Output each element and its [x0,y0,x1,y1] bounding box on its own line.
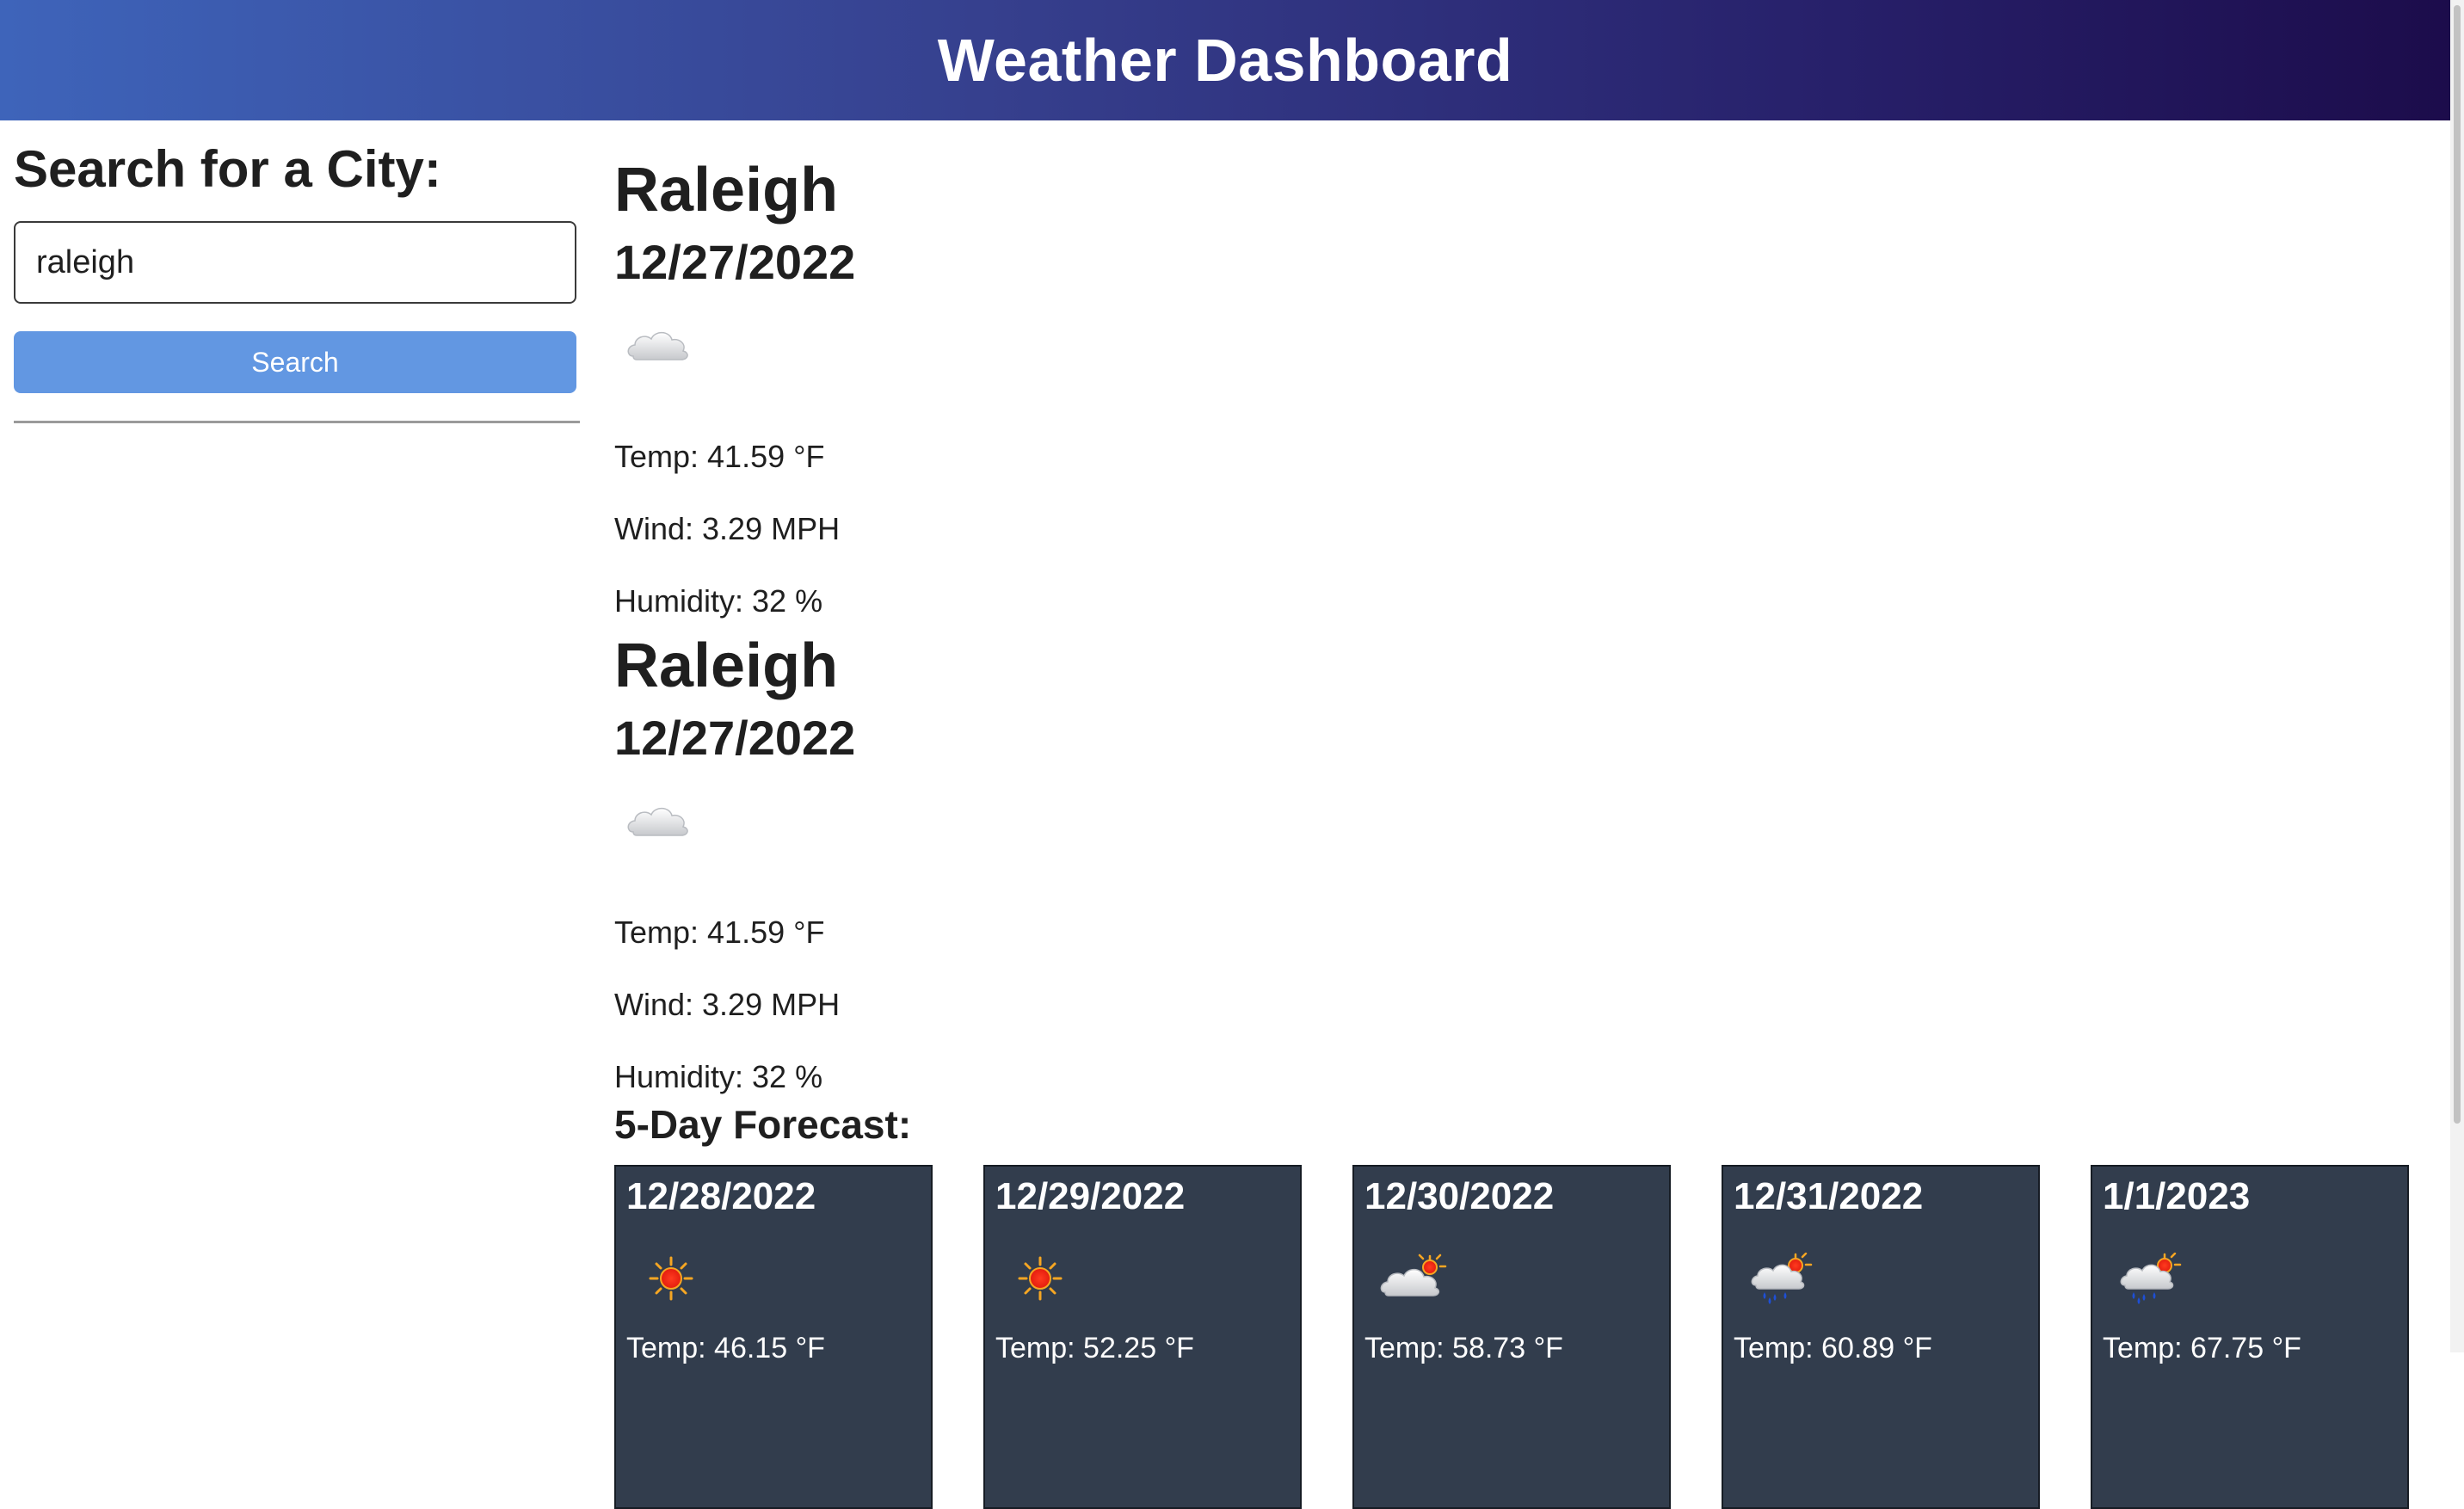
forecast-card: 12/28/2022 Temp: 46.15 °F [614,1165,933,1509]
current-weather: Raleigh 12/27/2022 Temp: 41.59 °F Wind: … [614,631,1647,1104]
app-header: Weather Dashboard [0,0,2450,120]
current-temp: Temp: 41.59 °F [614,439,825,474]
forecast-temp: Temp: 46.15 °F [626,1332,825,1364]
search-button[interactable]: Search [14,331,576,393]
forecast-temp: Temp: 58.73 °F [1364,1332,1563,1364]
scrollbar[interactable] [2450,0,2464,1352]
current-weather: Raleigh 12/27/2022 Temp: 41.59 °F Wind: … [614,155,1647,628]
cloud-icon [625,318,693,370]
forecast-date: 12/29/2022 [995,1175,1186,1217]
current-wind: Wind: 3.29 MPH [614,511,841,546]
forecast-card: 12/31/2022 Temp: 60.89 °F [1722,1165,2040,1509]
search-heading: Search for a City: [14,140,441,198]
current-wind: Wind: 3.29 MPH [614,987,841,1022]
sidebar-divider [14,421,580,423]
city-search-input[interactable] [14,221,576,304]
sun-behind-cloud-icon [1380,1253,1449,1304]
forecast-card: 12/29/2022 Temp: 52.25 °F [983,1165,1302,1509]
current-humidity: Humidity: 32 % [614,1059,823,1094]
forecast-temp: Temp: 67.75 °F [2103,1332,2301,1364]
forecast-date: 12/28/2022 [626,1175,816,1217]
current-humidity: Humidity: 32 % [614,583,823,619]
page-title: Weather Dashboard [937,27,1513,94]
city-name: Raleigh [614,631,839,700]
city-name: Raleigh [614,156,839,225]
rain-cloud-sun-icon [2118,1252,2187,1304]
forecast-date: 1/1/2023 [2103,1175,2251,1217]
forecast-card: 12/30/2022 Temp: 58.73 °F [1352,1165,1671,1509]
current-date: 12/27/2022 [614,235,856,289]
forecast-title: 5-Day Forecast: [614,1102,912,1147]
sun-icon [1011,1253,1080,1304]
forecast-temp: Temp: 60.89 °F [1734,1332,1932,1364]
cloud-icon [625,794,693,846]
search-sidebar: Search for a City: Search [14,120,582,423]
forecast-date: 12/31/2022 [1734,1175,1924,1217]
current-date: 12/27/2022 [614,711,856,765]
scrollbar-thumb[interactable] [2454,5,2461,1124]
forecast-card: 1/1/2023 Temp: 67.75 °F [2091,1165,2409,1509]
sun-icon [642,1253,711,1304]
forecast-temp: Temp: 52.25 °F [995,1332,1194,1364]
rain-cloud-sun-icon [1749,1252,1818,1304]
forecast-date: 12/30/2022 [1364,1175,1555,1217]
current-temp: Temp: 41.59 °F [614,915,825,950]
